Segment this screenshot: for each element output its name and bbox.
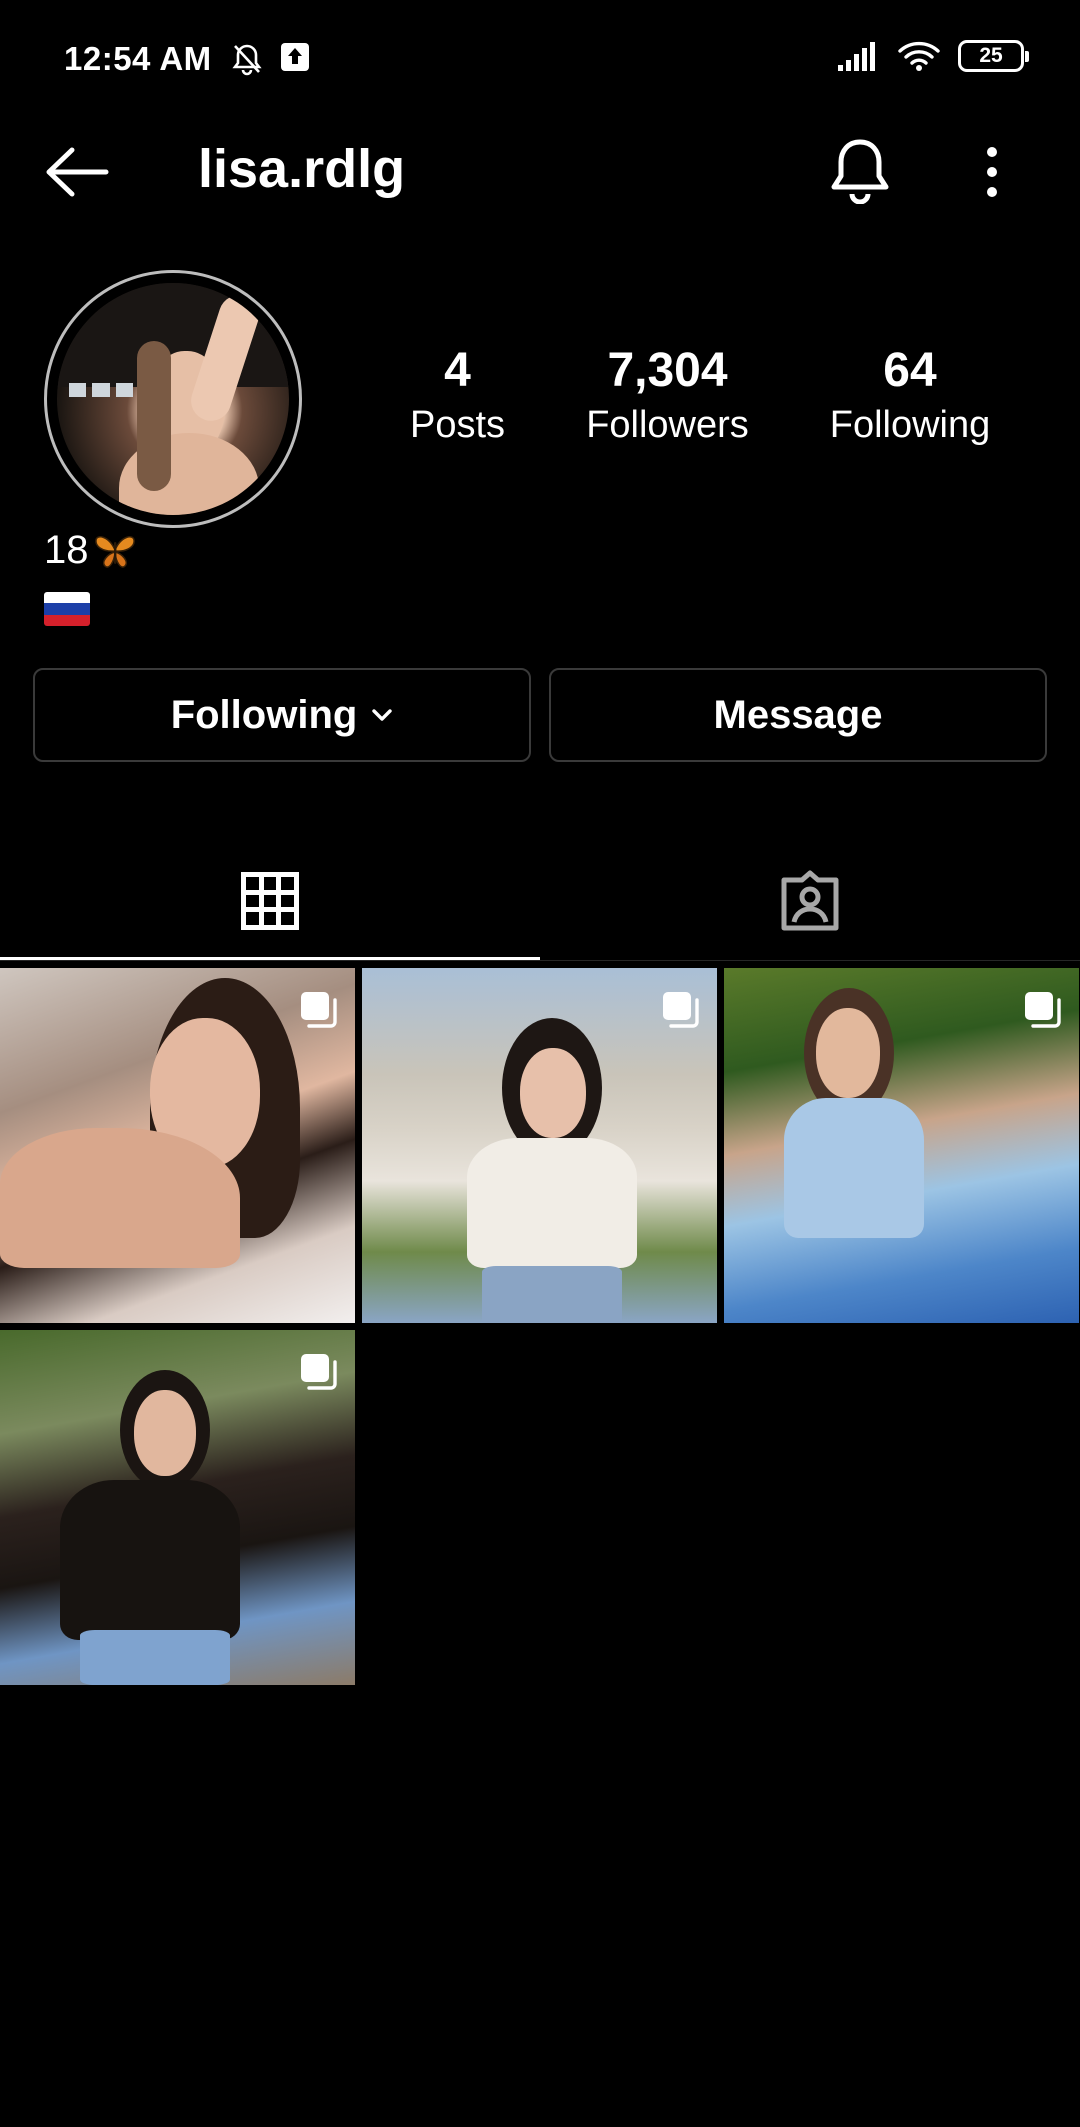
profile-avatar-ring[interactable] (44, 270, 302, 528)
grid-icon (241, 872, 299, 930)
post-thumbnail[interactable] (362, 968, 717, 1323)
bell-icon[interactable] (828, 136, 892, 204)
signal-icon (838, 42, 875, 71)
multiple-posts-icon (1025, 992, 1061, 1028)
followers-label: Followers (586, 404, 749, 446)
following-stat[interactable]: 64 Following (790, 342, 1030, 450)
posts-label: Posts (409, 404, 506, 446)
following-button[interactable]: Following (33, 668, 531, 762)
notifications-muted-icon (232, 44, 262, 76)
profile-top-bar: lisa.rdlg (0, 130, 1080, 210)
following-button-label: Following (170, 692, 358, 737)
post-thumbnail[interactable] (724, 968, 1079, 1323)
status-bar: 12:54 AM 25 (0, 0, 1080, 120)
wifi-icon (898, 41, 940, 71)
status-time: 12:54 AM (64, 40, 212, 77)
butterfly-icon (94, 535, 135, 568)
posts-count: 4 (444, 344, 471, 397)
bio-text: 18 (44, 528, 89, 572)
battery-level: 25 (979, 44, 1003, 67)
followers-count: 7,304 (607, 344, 728, 397)
followers-stat[interactable]: 7,304 Followers (545, 342, 790, 450)
profile-username: lisa.rdlg (198, 139, 406, 199)
message-button[interactable]: Message (549, 668, 1047, 762)
following-count: 64 (883, 344, 937, 397)
avatar (57, 283, 289, 515)
multiple-posts-icon (301, 992, 337, 1028)
tab-tagged[interactable] (540, 840, 1080, 962)
upload-icon (281, 43, 309, 71)
tab-posts-grid[interactable] (0, 840, 540, 962)
posts-grid (0, 968, 1080, 1685)
multiple-posts-icon (663, 992, 699, 1028)
posts-stat[interactable]: 4 Posts (370, 342, 545, 450)
following-label: Following (829, 404, 991, 446)
tagged-person-icon (781, 870, 839, 931)
message-button-label: Message (713, 692, 883, 737)
tabs-divider (0, 960, 1080, 961)
more-vertical-icon[interactable] (978, 142, 1006, 202)
post-thumbnail[interactable] (0, 968, 355, 1323)
post-thumbnail[interactable] (0, 1330, 355, 1685)
bio-line: 18 (44, 528, 137, 573)
profile-tabs (0, 840, 1080, 962)
back-arrow-icon[interactable] (44, 146, 110, 198)
russia-flag-icon (44, 592, 90, 626)
profile-actions: Following Message (33, 668, 1047, 762)
multiple-posts-icon (301, 1354, 337, 1390)
profile-stats: 4 Posts 7,304 Followers 64 Following (370, 342, 1030, 450)
battery-icon: 25 (958, 40, 1029, 72)
chevron-down-icon (372, 709, 393, 721)
